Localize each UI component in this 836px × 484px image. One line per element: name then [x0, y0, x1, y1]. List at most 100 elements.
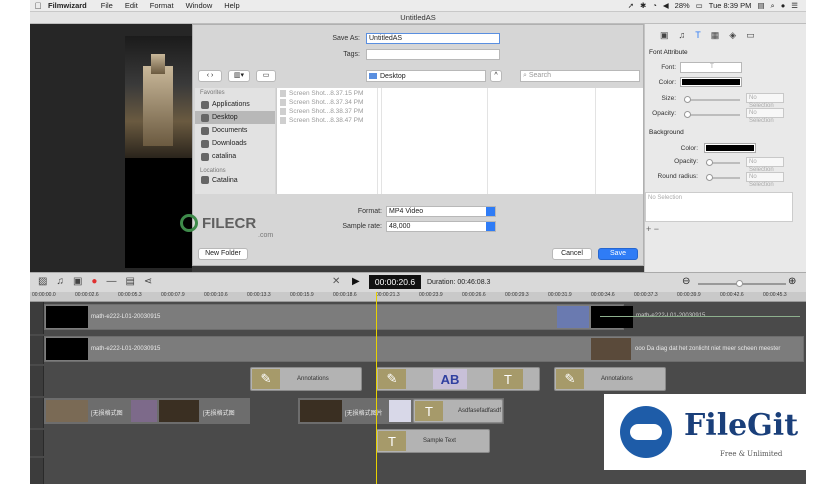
filegit-watermark: FileGit Free & Unlimited — [604, 394, 806, 470]
menu-list-icon[interactable]: ☰ — [791, 1, 798, 10]
tags-field[interactable] — [366, 49, 500, 60]
menu-file[interactable]: File — [101, 1, 113, 10]
search-icon[interactable]: ⌕ — [771, 1, 775, 11]
annotation-clip[interactable]: ✎ Annotations — [554, 367, 666, 391]
audio-line — [600, 316, 800, 317]
opacity-slider[interactable] — [684, 111, 740, 118]
user-icon[interactable]: ● — [781, 1, 786, 10]
clock[interactable]: Tue 8:39 PM — [709, 1, 752, 10]
font-field[interactable]: T — [680, 62, 742, 73]
save-as-field[interactable]: UntitledAS — [366, 33, 500, 44]
annotation-clip[interactable]: ✎ AB T — [376, 367, 540, 391]
sidebar-item-applications[interactable]: Applications — [195, 98, 275, 111]
round-radius-value[interactable]: No Selection — [746, 172, 784, 188]
clip-thumbnail — [389, 400, 411, 422]
cancel-button[interactable]: Cancel — [552, 248, 592, 260]
add-icon[interactable]: + — [646, 224, 651, 234]
annotation-clip[interactable]: ✎ Annotations — [250, 367, 362, 391]
record-icon[interactable]: ● — [91, 276, 97, 287]
close-icon[interactable]: ✕ — [332, 276, 340, 287]
battery-icon[interactable]: ▭ — [696, 1, 703, 10]
text-clip[interactable]: T Asdfasefadfasdf — [413, 399, 503, 423]
file-item[interactable]: Screen Shot...8.37.34 PM — [277, 98, 643, 107]
bluetooth-icon[interactable]: ✱ — [640, 1, 646, 10]
size-slider[interactable] — [684, 96, 740, 103]
bg-color-well[interactable] — [704, 143, 756, 153]
selection-list[interactable]: No Selection — [645, 192, 793, 222]
playhead[interactable] — [376, 292, 377, 484]
location-popup[interactable]: Desktop — [366, 70, 486, 82]
video-clip[interactable]: math-e222-L01-20030915 — [44, 304, 633, 330]
image-clip[interactable]: [无损格式图 [无损格式图 — [44, 398, 250, 424]
app-menu[interactable]: Filmwizard — [48, 1, 87, 10]
music-tab-icon[interactable]: ♫ — [679, 30, 686, 41]
round-radius-slider[interactable] — [706, 174, 740, 181]
sidebar-item-downloads[interactable]: Downloads — [195, 137, 275, 150]
size-value[interactable]: No Selection — [746, 93, 784, 109]
folder-tab-icon[interactable]: ▭ — [746, 30, 755, 41]
volume-icon[interactable]: ◀ — [663, 1, 669, 10]
menu-help[interactable]: Help — [224, 1, 239, 10]
ruler-tick: 00:00:05.3 — [118, 292, 142, 298]
menu-format[interactable]: Format — [150, 1, 174, 10]
search-field[interactable]: ⌕ Search — [520, 70, 640, 82]
image-clip[interactable]: [无损格式图片 T Asdfasefadfasdf — [298, 398, 504, 424]
file-icon — [280, 108, 286, 115]
sidebar-item-catalina-disk[interactable]: Catalina — [195, 176, 275, 184]
clip-thumbnail — [159, 400, 199, 422]
new-folder-button[interactable]: New Folder — [198, 248, 248, 260]
sidebar-item-catalina[interactable]: catalina — [195, 150, 275, 163]
menu-edit[interactable]: Edit — [125, 1, 138, 10]
filegit-subtext: Free & Unlimited — [720, 450, 783, 458]
bg-opacity-slider[interactable] — [706, 159, 740, 166]
track-controls[interactable] — [30, 302, 44, 334]
view-mode-button[interactable]: ▥▾ — [228, 70, 250, 82]
share-icon[interactable]: ⋖ — [144, 276, 152, 287]
ruler-tick: 00:00:07.9 — [161, 292, 185, 298]
opacity-value[interactable]: No Selection — [746, 108, 784, 124]
track-controls[interactable] — [30, 430, 44, 456]
audio-clip[interactable]: math-e222-L01-20030915 ooo Da diag dat h… — [44, 336, 804, 362]
wifi-icon[interactable]: ◔ — [652, 1, 657, 10]
clip-thumbnail — [591, 306, 633, 328]
track-controls[interactable] — [30, 366, 44, 396]
track-controls[interactable] — [30, 336, 44, 364]
file-item[interactable]: Screen Shot...8.37.15 PM — [277, 89, 643, 98]
save-button[interactable]: Save — [598, 248, 638, 260]
text-clip[interactable]: T Sample Text — [376, 429, 490, 453]
flag-icon[interactable]: ▤ — [757, 1, 764, 10]
track-controls[interactable] — [30, 458, 44, 484]
folder-icon[interactable]: ▭ — [256, 70, 276, 82]
film-icon[interactable]: ▣ — [73, 276, 82, 287]
cursor-icon[interactable]: ➚ — [628, 1, 634, 10]
video-tab-icon[interactable]: ▣ — [660, 30, 669, 41]
bg-opacity-value[interactable]: No Selection — [746, 157, 784, 173]
image-tab-icon[interactable]: ▦ — [711, 30, 720, 41]
ruler-tick: 00:00:31.9 — [548, 292, 572, 298]
menu-window[interactable]: Window — [186, 1, 213, 10]
zoom-in-icon[interactable]: ⊕ — [788, 276, 796, 287]
track-controls[interactable] — [30, 398, 44, 428]
sidebar-item-desktop[interactable]: Desktop — [195, 111, 275, 124]
image-icon[interactable]: ▨ — [38, 276, 47, 287]
collapse-button[interactable]: ^ — [490, 70, 502, 82]
sample-rate-select[interactable]: 48,000 — [386, 221, 496, 232]
format-select[interactable]: MP4 Video — [386, 206, 496, 217]
text-tab-icon[interactable]: T — [695, 30, 701, 41]
time-ruler[interactable]: 00:00:00.0 00:00:02.6 00:00:05.3 00:00:0… — [30, 292, 806, 302]
zoom-slider[interactable] — [698, 280, 786, 287]
file-item[interactable]: Screen Shot...8.38.47 PM — [277, 116, 643, 125]
apple-icon[interactable]:  — [30, 1, 46, 11]
clip-icon[interactable]: ▤ — [125, 276, 134, 287]
zoom-out-icon[interactable]: ⊖ — [682, 276, 690, 287]
text-color-well[interactable] — [680, 77, 742, 87]
shapes-tab-icon[interactable]: ◈ — [729, 30, 736, 41]
music-icon[interactable]: ♫ — [56, 276, 64, 287]
play-icon[interactable]: ▶ — [352, 276, 360, 287]
file-item[interactable]: Screen Shot...8.38.37 PM — [277, 107, 643, 116]
ruler-tick: 00:00:00.0 — [32, 292, 56, 298]
sidebar-item-documents[interactable]: Documents — [195, 124, 275, 137]
remove-icon[interactable]: − — [654, 224, 659, 234]
ab-image-icon: AB — [433, 369, 467, 389]
back-forward-button[interactable]: ‹ › — [198, 70, 222, 82]
